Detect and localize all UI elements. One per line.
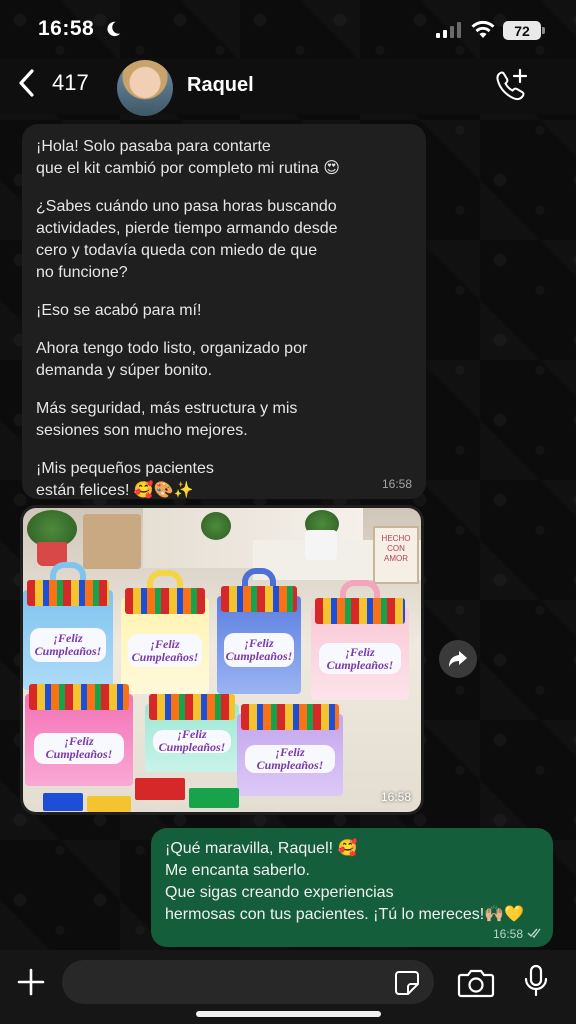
double-check-icon: [527, 928, 541, 938]
microphone-icon[interactable]: [524, 964, 548, 998]
unread-count: 417: [52, 70, 89, 95]
box-snacks: [27, 580, 109, 606]
box-label: ¡Feliz Cumpleaños!: [223, 633, 295, 667]
gift-box: ¡Feliz Cumpleaños!: [25, 684, 133, 786]
moon-icon: [107, 21, 121, 37]
battery-level: 72: [514, 22, 530, 39]
photo-white-pot: [305, 530, 337, 560]
plus-icon[interactable]: [16, 967, 46, 997]
contact-name[interactable]: Raquel: [187, 74, 254, 97]
loose-snack: [189, 788, 239, 808]
gift-box: ¡Feliz Cumpleaños!: [237, 704, 343, 796]
box-label: ¡Feliz Cumpleaños!: [152, 728, 232, 754]
message-paragraph: ¡Hola! Solo pasaba para contarte que el …: [36, 138, 340, 177]
message-input[interactable]: [62, 960, 434, 1004]
message-line: ¡Qué maravilla, Raquel! 🥰: [165, 840, 358, 857]
chevron-left-icon: [19, 69, 34, 97]
forward-button[interactable]: [439, 640, 477, 678]
incoming-image-bubble[interactable]: HECHO CON AMOR ¡Feliz Cumpleaños! ¡Feliz…: [20, 505, 424, 815]
loose-snack: [43, 793, 83, 811]
box-label: ¡Feliz Cumpleaños!: [318, 642, 402, 675]
message-line: hermosas con tus pacientes. ¡Tú lo merec…: [165, 906, 525, 923]
photo-plant: [201, 512, 231, 540]
message-paragraph: ¡Mis pequeños pacientes están felices! 🥰…: [36, 460, 214, 499]
gift-box: ¡Feliz Cumpleaños!: [217, 568, 301, 694]
status-time: 16:58: [38, 17, 95, 40]
photo-cardboard-box: [83, 514, 141, 569]
box-snacks: [241, 704, 339, 730]
box-label: ¡Feliz Cumpleaños!: [30, 628, 106, 662]
birthday-kit-photo[interactable]: HECHO CON AMOR ¡Feliz Cumpleaños! ¡Feliz…: [23, 508, 421, 812]
box-label: ¡Feliz Cumpleaños!: [33, 732, 125, 764]
box-snacks: [221, 586, 297, 612]
box-label: ¡Feliz Cumpleaños!: [245, 745, 335, 774]
message-paragraph: ¿Sabes cuándo uno pasa horas buscando ac…: [36, 198, 338, 281]
forward-icon: [449, 651, 467, 667]
gift-box: ¡Feliz Cumpleaños!: [121, 570, 209, 694]
outgoing-message-bubble[interactable]: ¡Qué maravilla, Raquel! 🥰 Me encanta sab…: [151, 828, 553, 947]
incoming-message-bubble[interactable]: ¡Hola! Solo pasaba para contarte que el …: [22, 124, 426, 499]
message-line: Que sigas creando experiencias: [165, 884, 394, 901]
loose-snack: [135, 778, 185, 800]
message-paragraph: Más seguridad, más estructura y mis sesi…: [36, 400, 298, 439]
message-time: 16:58: [492, 927, 523, 941]
box-label: ¡Feliz Cumpleaños!: [128, 634, 202, 668]
battery-icon: 72: [503, 21, 541, 40]
loose-snack: [87, 796, 131, 812]
wifi-icon: [471, 20, 495, 38]
box-snacks: [149, 694, 235, 720]
photo-sign: HECHO CON AMOR: [373, 526, 419, 584]
box-snacks: [125, 588, 205, 614]
message-line: Me encanta saberlo.: [165, 862, 310, 879]
home-indicator: [196, 1011, 381, 1017]
phone-plus-icon[interactable]: [493, 68, 529, 102]
box-snacks: [29, 684, 129, 710]
camera-icon[interactable]: [457, 968, 495, 998]
message-time: 16:58: [381, 477, 412, 491]
message-paragraph: ¡Eso se acabó para mí!: [36, 302, 202, 319]
chat-header: 417 Raquel: [0, 58, 576, 116]
status-bar: 16:58 72: [0, 0, 576, 60]
avatar[interactable]: [117, 60, 173, 116]
image-time: 16:58: [380, 790, 411, 804]
gift-box: ¡Feliz Cumpleaños!: [311, 580, 409, 700]
box-snacks: [315, 598, 405, 624]
back-button[interactable]: 417: [16, 68, 89, 98]
gift-box: ¡Feliz Cumpleaños!: [23, 562, 113, 690]
gift-box: ¡Feliz Cumpleaños!: [145, 694, 239, 772]
sticker-icon[interactable]: [394, 970, 420, 996]
battery-tip: [542, 27, 545, 34]
signal-icon: [436, 22, 461, 38]
message-paragraph: Ahora tengo todo listo, organizado por d…: [36, 340, 308, 379]
